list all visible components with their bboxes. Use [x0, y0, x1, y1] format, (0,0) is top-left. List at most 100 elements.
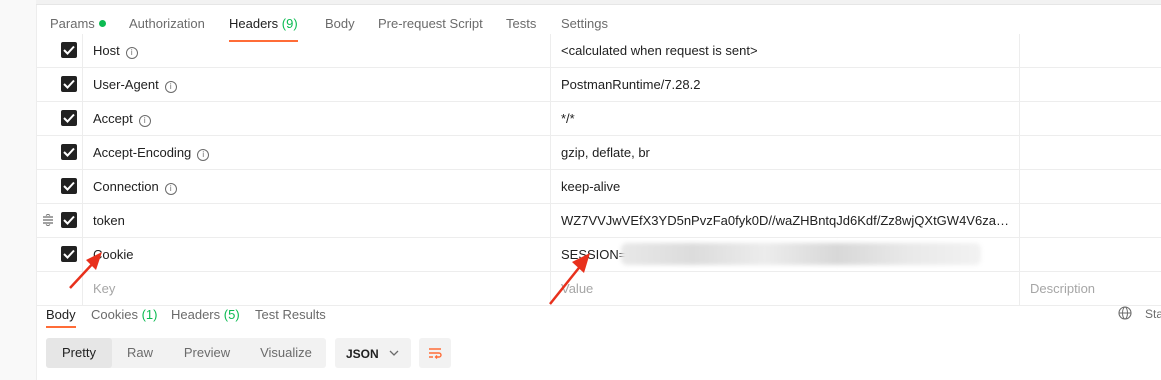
header-description-cell[interactable]	[1019, 204, 1161, 237]
tab-response-body[interactable]: Body	[46, 307, 76, 328]
value-placeholder: Value	[561, 281, 594, 296]
header-key: Accept-Encoding	[93, 145, 192, 160]
header-key: Cookie	[93, 247, 134, 262]
header-description-cell[interactable]	[1019, 68, 1161, 101]
wrap-lines-icon	[429, 348, 442, 359]
header-value-cell[interactable]: keep-alive	[550, 170, 1019, 203]
row-checkbox[interactable]	[61, 76, 77, 92]
drag-handle-icon[interactable]	[42, 214, 54, 226]
row-checkbox[interactable]	[61, 110, 77, 126]
chevron-down-icon	[389, 350, 399, 356]
row-checkbox[interactable]	[61, 212, 77, 228]
table-row: Accept i */*	[36, 102, 1161, 136]
info-icon[interactable]: i	[125, 47, 138, 59]
tab-authorization-label: Authorization	[129, 16, 205, 31]
header-value-cell[interactable]: PostmanRuntime/7.28.2	[550, 68, 1019, 101]
row-check-cell	[36, 68, 82, 101]
tab-response-headers-count: (5)	[223, 307, 240, 322]
format-select[interactable]: JSON	[335, 338, 411, 368]
tab-params-label: Params	[50, 16, 95, 31]
table-row: Cookie SESSION=	[36, 238, 1161, 272]
header-key-cell[interactable]: Accept i	[82, 102, 550, 135]
view-pretty-button[interactable]: Pretty	[46, 338, 112, 368]
info-icon[interactable]: i	[197, 149, 210, 161]
header-key: Accept	[93, 111, 133, 126]
tab-pre-request-script-label: Pre-request Script	[378, 16, 483, 31]
wrap-lines-button[interactable]	[419, 338, 451, 368]
tab-headers-label: Headers	[229, 16, 279, 31]
table-row: Connection i keep-alive	[36, 170, 1161, 204]
row-checkbox[interactable]	[61, 42, 77, 58]
header-value: PostmanRuntime/7.28.2	[561, 77, 701, 92]
view-visualize-button[interactable]: Visualize	[246, 338, 326, 368]
view-mode-group: Pretty Raw Preview Visualize	[46, 338, 326, 368]
header-value: */*	[561, 111, 575, 126]
table-row: Host i <calculated when request is sent>	[36, 34, 1161, 68]
header-value-cell[interactable]: SESSION=	[550, 238, 1019, 271]
tab-response-headers[interactable]: Headers (5)	[171, 307, 240, 322]
header-description-cell[interactable]	[1019, 170, 1161, 203]
key-placeholder: Key	[93, 281, 116, 296]
format-select-value: JSON	[346, 347, 379, 361]
tab-response-cookies-label: Cookies	[91, 307, 138, 322]
header-value: keep-alive	[561, 179, 621, 194]
header-value: WZ7VVJwVEfX3YD5nPvzFa0fyk0D//waZHBntqJd6…	[561, 213, 1013, 228]
tab-body-label: Body	[325, 16, 355, 31]
tab-settings-label: Settings	[561, 16, 608, 31]
tab-test-results[interactable]: Test Results	[255, 307, 326, 322]
header-description-cell[interactable]	[1019, 136, 1161, 169]
header-description-cell[interactable]	[1019, 238, 1161, 271]
info-icon[interactable]: i	[164, 183, 177, 195]
table-row: Accept-Encoding i gzip, deflate, br	[36, 136, 1161, 170]
row-check-cell	[36, 102, 82, 135]
header-value-cell[interactable]: gzip, deflate, br	[550, 136, 1019, 169]
tab-response-cookies[interactable]: Cookies (1)	[91, 307, 157, 322]
globe-icon[interactable]	[1118, 306, 1132, 320]
params-indicator-dot	[98, 20, 106, 27]
left-sidebar-strip	[0, 0, 37, 380]
table-row: token WZ7VVJwVEfX3YD5nPvzFa0fyk0D//waZHB…	[36, 204, 1161, 238]
row-check-cell	[36, 204, 82, 237]
info-icon[interactable]: i	[164, 81, 177, 93]
header-key: User-Agent	[93, 77, 159, 92]
header-key-cell[interactable]: User-Agent i	[82, 68, 550, 101]
header-key-cell[interactable]: token	[82, 204, 550, 237]
status-label: Sta	[1145, 307, 1161, 321]
table-row: User-Agent i PostmanRuntime/7.28.2	[36, 68, 1161, 102]
tab-response-cookies-count: (1)	[141, 307, 158, 322]
header-description-cell[interactable]	[1019, 102, 1161, 135]
header-key: Host	[93, 43, 120, 58]
header-key-cell[interactable]: Connection i	[82, 170, 550, 203]
row-checkbox[interactable]	[61, 246, 77, 262]
description-placeholder: Description	[1030, 281, 1096, 296]
header-value: SESSION=	[561, 247, 627, 262]
tab-response-headers-label: Headers	[171, 307, 221, 322]
header-value: <calculated when request is sent>	[561, 43, 758, 58]
header-description-cell[interactable]	[1019, 34, 1161, 67]
header-value-cell[interactable]: */*	[550, 102, 1019, 135]
tab-tests-label: Tests	[506, 16, 537, 31]
header-key-cell[interactable]: Host i	[82, 34, 550, 67]
tab-headers-count: (9)	[281, 16, 298, 31]
tab-top-border	[36, 0, 1161, 5]
header-value: gzip, deflate, br	[561, 145, 650, 160]
header-value-cell[interactable]: WZ7VVJwVEfX3YD5nPvzFa0fyk0D//waZHBntqJd6…	[550, 204, 1019, 237]
response-tabs: Body Cookies (1) Headers (5) Test Result…	[36, 298, 1161, 328]
header-key-cell[interactable]: Cookie	[82, 238, 550, 271]
headers-table: Host i <calculated when request is sent> …	[36, 34, 1161, 306]
row-check-cell	[36, 170, 82, 203]
redacted-value-blur	[621, 243, 981, 265]
row-check-cell	[36, 238, 82, 271]
header-key-cell[interactable]: Accept-Encoding i	[82, 136, 550, 169]
header-value-cell[interactable]: <calculated when request is sent>	[550, 34, 1019, 67]
row-checkbox[interactable]	[61, 144, 77, 160]
header-key: token	[93, 213, 125, 228]
info-icon[interactable]: i	[138, 115, 151, 127]
view-raw-button[interactable]: Raw	[112, 338, 168, 368]
view-preview-button[interactable]: Preview	[168, 338, 246, 368]
row-checkbox[interactable]	[61, 178, 77, 194]
tab-response-body-label: Body	[46, 307, 76, 322]
row-check-cell	[36, 136, 82, 169]
tab-test-results-label: Test Results	[255, 307, 326, 322]
header-key: Connection	[93, 179, 159, 194]
